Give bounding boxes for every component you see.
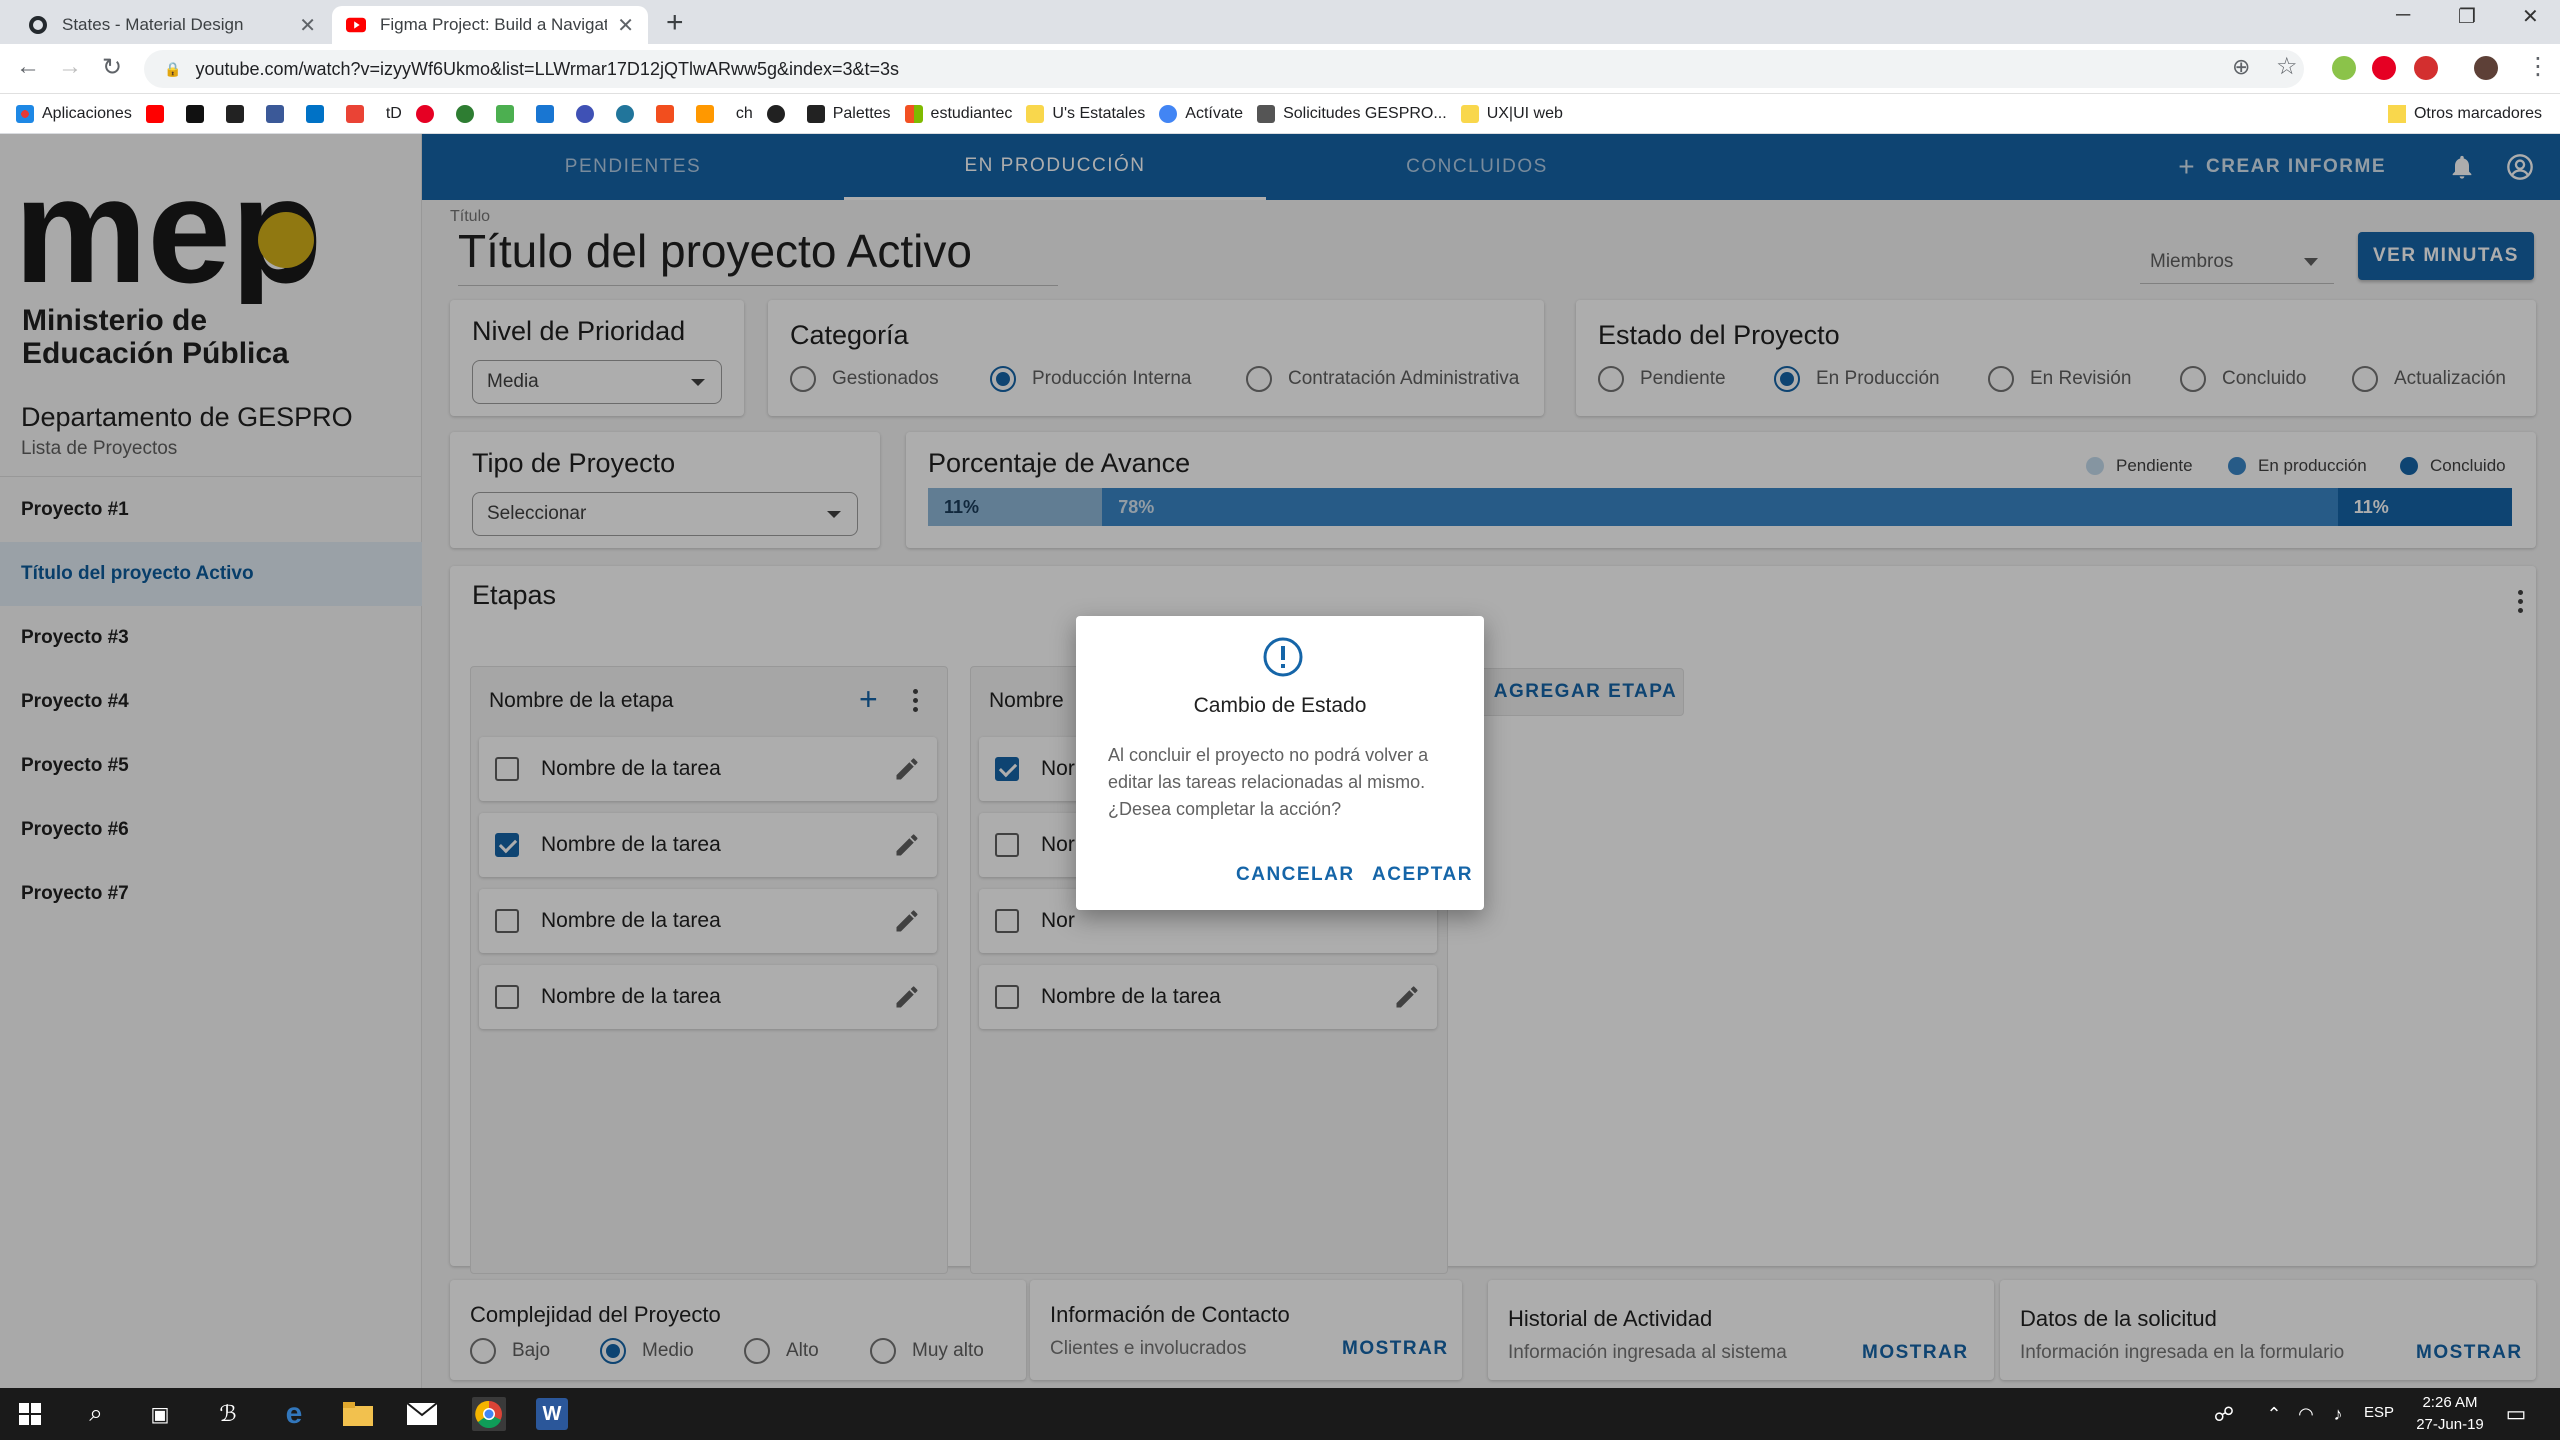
bookmark-icon (1257, 104, 1276, 123)
windows-start-icon[interactable] (14, 1398, 46, 1430)
github-icon (28, 15, 48, 35)
youtube-icon (346, 15, 366, 35)
close-icon[interactable]: ✕ (617, 13, 634, 38)
bookmark-icon[interactable] (695, 104, 722, 123)
dialog-body: Al concluir el proyecto no podrá volver … (1108, 745, 1429, 819)
browser-tab-states[interactable]: States - Material Design ✕ (14, 6, 330, 44)
profile-avatar[interactable] (2474, 56, 2498, 80)
mail-icon[interactable] (406, 1398, 438, 1430)
extension-icon[interactable] (2414, 56, 2438, 80)
dialog-title: Cambio de Estado (1193, 694, 1367, 717)
pinterest-icon[interactable] (415, 104, 442, 123)
figma-icon[interactable] (655, 104, 682, 123)
cambio-estado-dialog: Cambio de Estado Al concluir el proyecto… (1076, 616, 1484, 910)
bookmark-otros[interactable]: Otros marcadores (2387, 94, 2542, 134)
bookmark-icon[interactable] (495, 104, 522, 123)
folder-icon (2387, 105, 2406, 123)
browser-tab-figma[interactable]: Figma Project: Build a Navigation ✕ (332, 6, 648, 44)
lock-icon: 🔒 (164, 60, 182, 77)
tab-title: States - Material Design (62, 15, 244, 34)
app-icon[interactable]: ℬ (212, 1398, 244, 1430)
gmail-icon[interactable] (345, 104, 372, 123)
people-icon[interactable]: ☍ (2208, 1398, 2240, 1430)
bookmark-icon[interactable] (225, 104, 252, 123)
bookmark-solicitudes[interactable]: Solicitudes GESPRO... (1257, 104, 1447, 123)
chevron-up-icon[interactable]: ⌃ (2258, 1398, 2290, 1430)
wordpress-icon[interactable] (615, 104, 642, 123)
bookmark-icon[interactable] (766, 104, 793, 123)
alert-icon (1263, 637, 1303, 677)
bookmark-icon[interactable] (185, 104, 212, 123)
bookmark-uxui[interactable]: UX|UI web (1460, 104, 1563, 123)
language-indicator[interactable]: ESP (2364, 1404, 2394, 1421)
pinterest-icon[interactable] (2372, 56, 2396, 80)
aceptar-button[interactable]: ACEPTAR (1372, 864, 1473, 886)
star-icon[interactable]: ☆ (2276, 52, 2298, 81)
bookmark-activate[interactable]: Actívate (1159, 104, 1243, 123)
window-close-icon[interactable]: ✕ (2522, 4, 2539, 29)
bookmark-icon[interactable] (535, 104, 562, 123)
address-bar-row: ← → ↻ 🔒 youtube.com/watch?v=izyyWf6Ukmo&… (0, 44, 2560, 94)
url-input[interactable]: 🔒 youtube.com/watch?v=izyyWf6Ukmo&list=L… (144, 50, 2304, 88)
volume-icon[interactable]: ♪ (2322, 1398, 2354, 1430)
bookmarks-bar: Aplicaciones tD ch Palettes estudiantec … (0, 94, 2560, 134)
edge-icon[interactable]: e (278, 1397, 310, 1430)
bookmark-icon[interactable] (575, 104, 602, 123)
folder-icon (1460, 104, 1479, 123)
back-icon[interactable]: ← (16, 53, 40, 81)
windows-taskbar: ⌕ ▣ ℬ e W ☍ ⌃ ◠ ♪ ESP 2:26 AM 27-Jun-19 … (0, 1388, 2560, 1440)
restore-icon[interactable]: ❐ (2458, 4, 2476, 29)
menu-icon[interactable]: ⋮ (2526, 52, 2550, 81)
new-tab-icon[interactable]: + (666, 8, 684, 38)
facebook-icon[interactable] (265, 104, 292, 123)
outlook-icon[interactable] (305, 104, 332, 123)
bookmark-palettes[interactable]: Palettes (806, 104, 891, 123)
browser-tabbar: States - Material Design ✕ Figma Project… (0, 0, 2560, 44)
zoom-icon[interactable]: ⊕ (2232, 54, 2250, 80)
youtube-icon[interactable] (145, 104, 172, 123)
word-icon[interactable]: W (536, 1398, 568, 1430)
wifi-icon[interactable]: ◠ (2290, 1398, 2322, 1430)
close-icon[interactable]: ✕ (299, 13, 316, 38)
bookmark-estudiantec[interactable]: estudiantec (904, 104, 1012, 123)
url-text: youtube.com/watch?v=izyyWf6Ukmo&list=LLW… (195, 58, 900, 79)
extension-icon[interactable] (2332, 56, 2356, 80)
reload-icon[interactable]: ↻ (102, 53, 122, 82)
bookmark-ch[interactable]: ch (736, 105, 753, 123)
apps-icon (16, 104, 34, 123)
google-icon (1159, 104, 1178, 123)
notification-icon[interactable]: ▭ (2500, 1398, 2532, 1430)
bookmark-apps[interactable]: Aplicaciones (16, 104, 132, 123)
chrome-icon[interactable] (472, 1397, 506, 1431)
tab-title: Figma Project: Build a Navigation (380, 15, 608, 34)
palette-icon (806, 104, 825, 123)
microsoft-icon (904, 104, 923, 123)
folder-icon (1026, 104, 1045, 123)
minimize-icon[interactable]: ─ (2396, 4, 2410, 27)
forward-icon[interactable]: → (58, 53, 82, 81)
bookmark-td[interactable]: tD (386, 105, 402, 123)
bookmark-us-estatales[interactable]: U's Estatales (1026, 104, 1145, 123)
clock-time[interactable]: 2:26 AM (2410, 1394, 2490, 1411)
cancelar-button[interactable]: CANCELAR (1236, 864, 1355, 886)
task-view-icon[interactable]: ▣ (144, 1398, 176, 1430)
bookmark-icon[interactable] (455, 104, 482, 123)
file-explorer-icon[interactable] (342, 1398, 374, 1430)
clock-date[interactable]: 27-Jun-19 (2406, 1416, 2494, 1433)
search-icon[interactable]: ⌕ (80, 1398, 112, 1430)
